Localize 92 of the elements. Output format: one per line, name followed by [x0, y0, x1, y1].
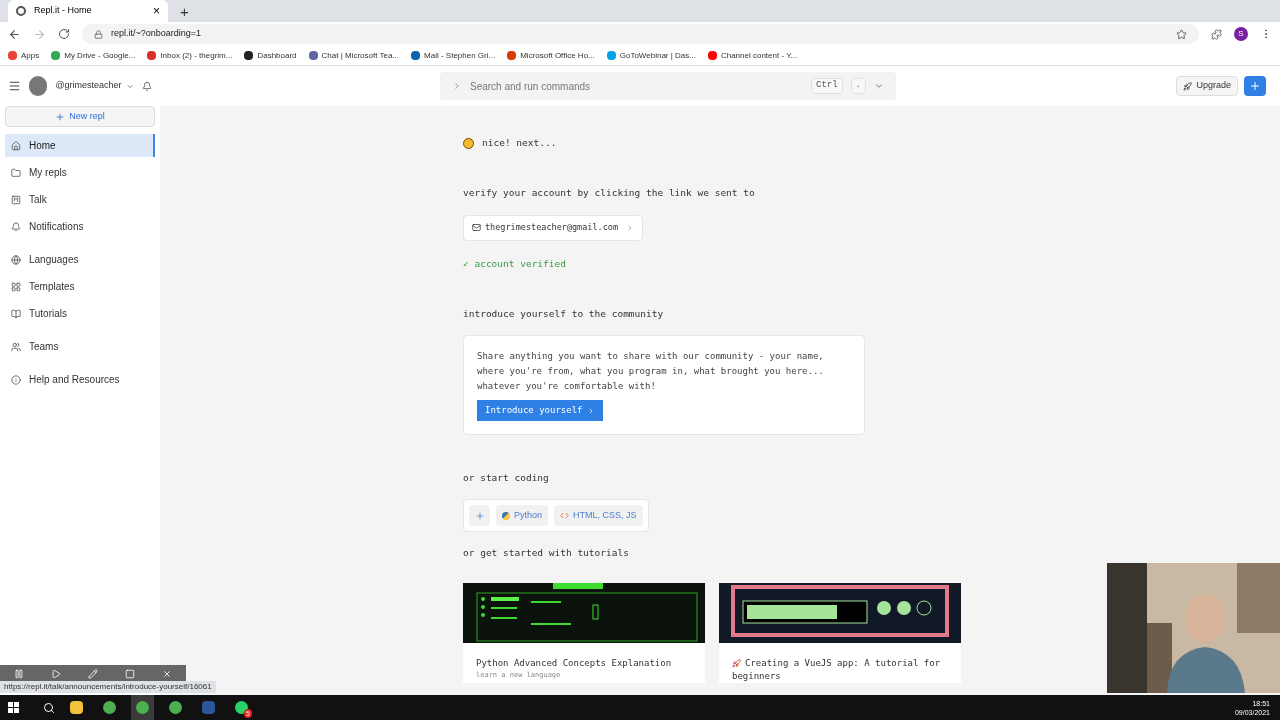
windows-start-icon[interactable] — [8, 702, 19, 713]
html-icon — [560, 511, 570, 521]
back-icon[interactable] — [8, 27, 21, 41]
sidebar-item[interactable]: Help and Resources — [5, 368, 155, 391]
sidebar-item[interactable]: My repls — [5, 161, 155, 184]
site-icon — [707, 51, 717, 60]
section-heading: or get started with tutorials — [463, 546, 630, 561]
site-icon — [507, 51, 517, 60]
book-icon — [11, 308, 21, 319]
url-text: repl.it/~?onboarding=1 — [111, 27, 203, 41]
home-icon — [11, 140, 21, 151]
info-icon — [11, 374, 21, 385]
username[interactable]: @grimesteacher — [55, 79, 122, 93]
bookmark[interactable]: Chat | Microsoft Tea... — [308, 49, 400, 62]
add-button[interactable] — [1244, 76, 1266, 96]
status-url: https://repl.it/talk/announcements/introduce-yourself/16061 — [0, 681, 216, 693]
sidebar-item[interactable]: Tutorials — [5, 302, 155, 325]
stop-icon[interactable] — [125, 669, 136, 679]
email-button[interactable]: thegrimesteacher@gmail.com — [463, 214, 644, 241]
plus-icon — [55, 111, 66, 122]
site-icon — [147, 51, 157, 60]
pencil-icon[interactable] — [87, 669, 98, 679]
search-input[interactable]: Search and run commands — [470, 78, 803, 94]
upgrade-button[interactable]: Upgrade — [1176, 76, 1238, 96]
talk-icon — [11, 194, 21, 205]
tutorial-title: Creating a VueJS app: A tutorial for beginners — [732, 656, 942, 683]
greeting-text: nice! next... — [482, 136, 557, 150]
rocket-icon — [1183, 81, 1193, 91]
close-button[interactable]: × — [153, 2, 160, 20]
reload-icon[interactable] — [58, 28, 70, 40]
section-heading: introduce yourself to the community — [463, 306, 665, 321]
sidebar-item[interactable]: Languages — [5, 248, 155, 271]
key-hint: . — [850, 78, 866, 94]
sidebar-item[interactable]: Talk — [5, 188, 155, 211]
bell-icon — [11, 221, 21, 232]
sidebar-item[interactable]: Notifications — [5, 215, 155, 238]
plus-icon — [474, 510, 485, 521]
address-bar[interactable]: repl.it/~?onboarding=1 — [82, 24, 1199, 44]
new-repl-button[interactable]: New repl — [5, 106, 155, 127]
globe-icon — [11, 254, 21, 265]
pause-icon[interactable] — [13, 669, 24, 679]
caret-icon[interactable] — [874, 81, 884, 91]
bookmark[interactable]: Dashboard — [244, 49, 297, 62]
sidebar-item[interactable]: Templates — [5, 275, 155, 298]
bookmark[interactable]: Mail - Stephen Gri... — [411, 49, 496, 62]
key-hint: Ctrl — [811, 78, 843, 94]
menu-icon[interactable] — [8, 79, 21, 93]
search-icon[interactable] — [43, 701, 55, 714]
bookmark[interactable]: Apps — [8, 49, 40, 62]
lock-icon — [94, 29, 103, 39]
tutorial-card[interactable]: Creating a VueJS app: A tutorial for beginners — [719, 582, 961, 683]
site-icon — [51, 51, 61, 60]
command-search-field[interactable]: Search and run commands Ctrl . — [440, 72, 896, 100]
play-icon[interactable] — [50, 669, 61, 679]
tab-title: Repl.it - Home — [34, 4, 93, 18]
bookmark[interactable]: My Drive - Google... — [51, 49, 136, 62]
extensions-icon[interactable] — [1211, 28, 1222, 40]
site-icon — [308, 51, 318, 60]
sidebar-item[interactable]: Teams — [5, 335, 155, 358]
apps-grid-icon — [8, 51, 17, 60]
star-icon[interactable] — [1176, 28, 1187, 40]
tutorial-title: Python Advanced Concepts Explanation — [476, 656, 673, 670]
introduce-text: Share anything you want to share with our community - your name, where you're from, what you program in, what brought you here... whatever you're comfortable with! — [477, 350, 825, 393]
mail-icon — [472, 223, 481, 232]
user-avatar[interactable] — [28, 76, 48, 96]
site-icon — [244, 51, 254, 60]
users-icon — [11, 341, 21, 352]
language-button[interactable]: HTML, CSS, JS — [554, 505, 643, 527]
python-icon — [502, 511, 510, 520]
browser-tab[interactable]: Repl.it - Home × — [8, 0, 168, 22]
chevron-icon — [452, 81, 462, 91]
sidebar-item[interactable]: Home — [5, 134, 155, 157]
plus-icon — [1249, 80, 1261, 92]
notification-icon[interactable] — [141, 80, 152, 92]
bookmark[interactable]: GoToWebinar | Das... — [606, 49, 696, 62]
bookmark[interactable]: Microsoft Office Ho... — [507, 49, 595, 62]
introduce-button[interactable]: Introduce yourself — [477, 400, 603, 421]
close-icon[interactable] — [162, 669, 173, 679]
site-icon — [606, 51, 616, 60]
verified-status: ✓ account verified — [463, 256, 567, 271]
language-button[interactable]: Python — [496, 505, 549, 527]
verify-text: verify your account by clicking the link we sent to — [463, 186, 756, 201]
grid-icon — [11, 281, 21, 292]
bookmark[interactable]: Inbox (2) - thegrim... — [147, 49, 233, 62]
site-icon — [411, 51, 421, 60]
section-heading: or start coding — [463, 471, 550, 485]
rocket-icon — [732, 658, 741, 668]
replit-icon — [16, 6, 26, 16]
folder-icon — [11, 167, 21, 178]
profile-avatar[interactable]: S — [1234, 27, 1248, 41]
bookmark[interactable]: Channel content - Y... — [707, 49, 798, 62]
new-tab-button[interactable]: + — [180, 4, 189, 19]
